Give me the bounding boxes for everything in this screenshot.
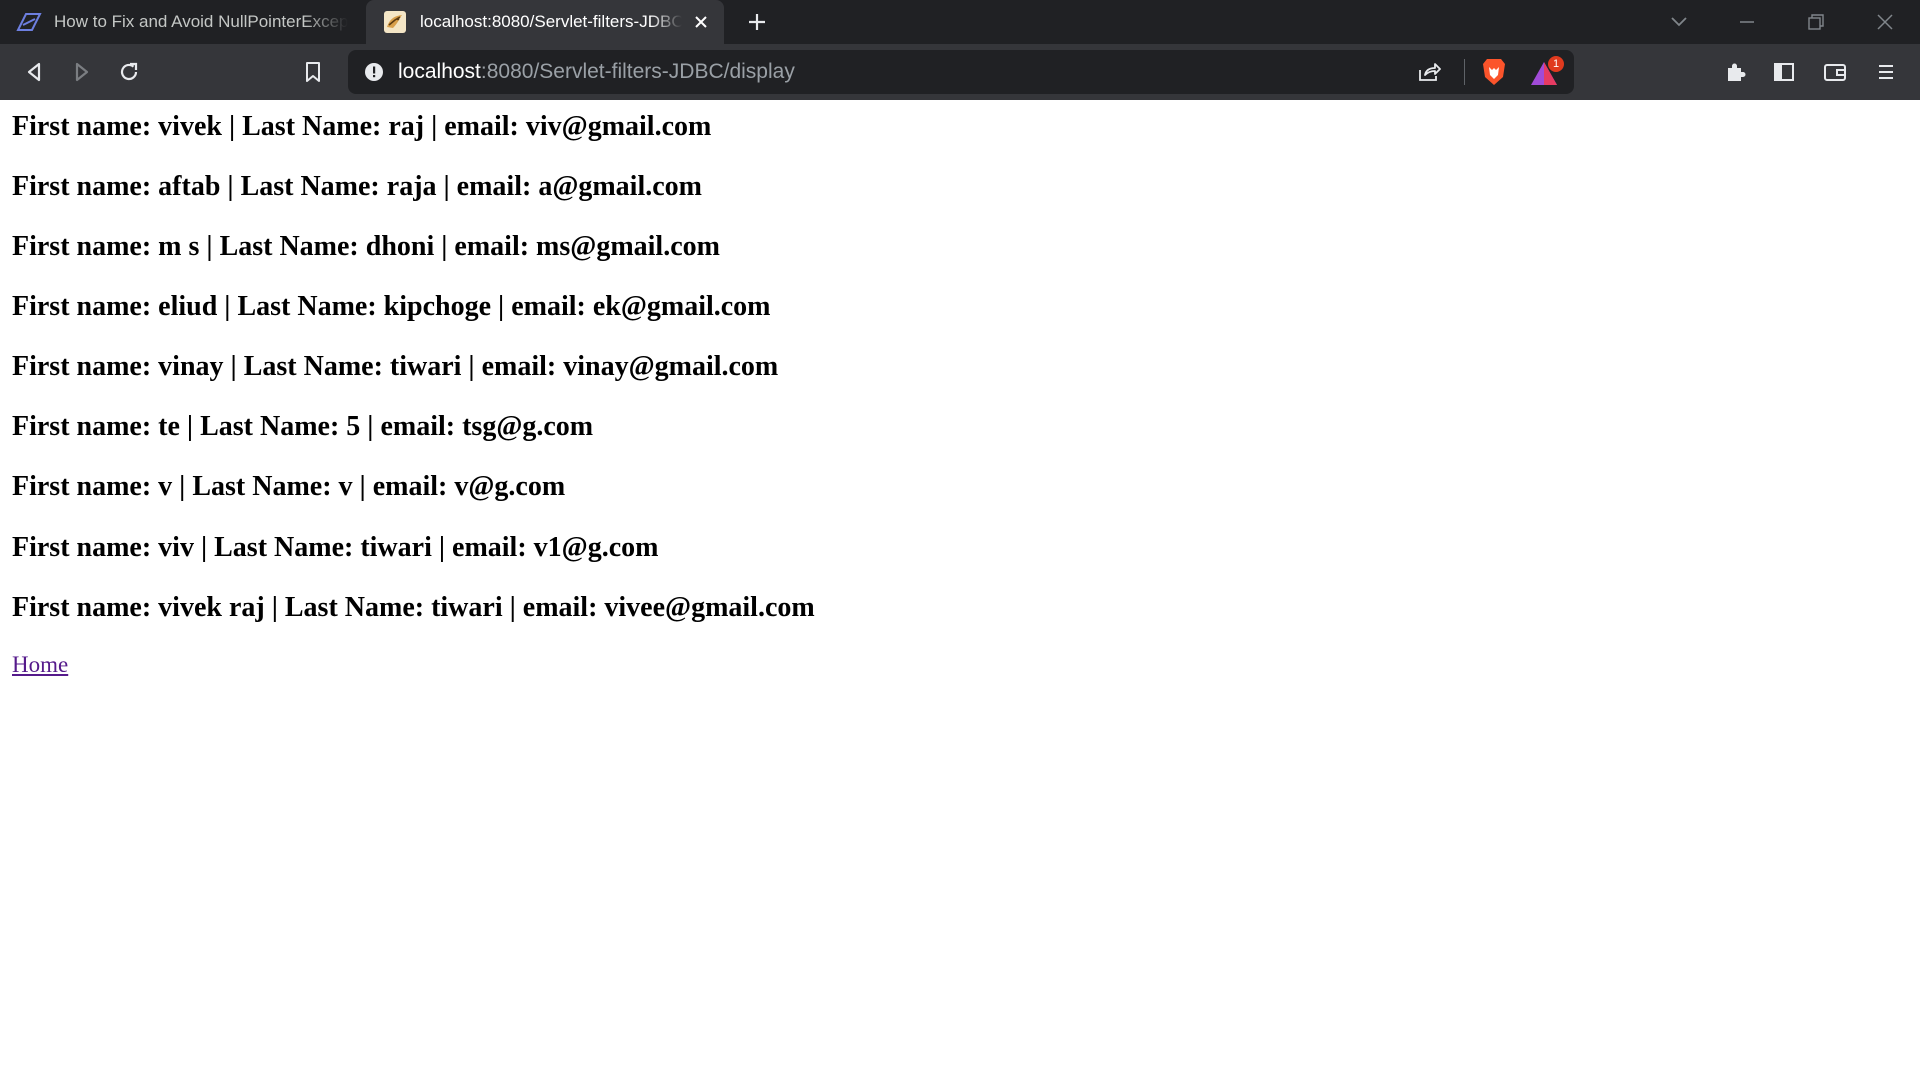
- share-icon[interactable]: [1415, 58, 1443, 86]
- sidebar-icon[interactable]: [1766, 54, 1802, 90]
- page-content: First name: vivek | Last Name: raj | ema…: [0, 100, 1920, 1078]
- minimize-icon[interactable]: [1722, 0, 1772, 44]
- tab-title: localhost:8080/Servlet-filters-JDBC/disp…: [420, 12, 683, 31]
- address-bar[interactable]: localhost:8080/Servlet-filters-JDBC/disp…: [348, 50, 1574, 94]
- tab-strip: How to Fix and Avoid NullPointerExceptio…: [0, 0, 1920, 44]
- site-info-icon[interactable]: [364, 62, 384, 82]
- brave-rewards-icon[interactable]: 1: [1530, 56, 1564, 88]
- tab-title: How to Fix and Avoid NullPointerExceptio…: [54, 12, 348, 31]
- record-line: First name: v | Last Name: v | email: v@…: [12, 471, 566, 502]
- reload-button[interactable]: [111, 54, 147, 90]
- url-text[interactable]: localhost:8080/Servlet-filters-JDBC/disp…: [398, 60, 795, 84]
- record-line: First name: vinay | Last Name: tiwari | …: [12, 351, 779, 382]
- record-line: First name: m s | Last Name: dhoni | ema…: [12, 231, 720, 262]
- site-logo-icon: [16, 9, 42, 35]
- menu-icon[interactable]: [1868, 54, 1904, 90]
- tab-search-icon[interactable]: [1654, 0, 1704, 44]
- record-line: First name: aftab | Last Name: raja | em…: [12, 171, 702, 202]
- forward-button[interactable]: [64, 54, 100, 90]
- back-button[interactable]: [16, 54, 52, 90]
- bookmark-icon[interactable]: [295, 54, 331, 90]
- record-line: First name: vivek | Last Name: raj | ema…: [12, 111, 712, 142]
- brave-shields-icon[interactable]: [1478, 56, 1510, 88]
- separator: [1464, 59, 1465, 85]
- record-line: First name: vivek raj | Last Name: tiwar…: [12, 592, 815, 623]
- url-host: localhost: [398, 60, 481, 83]
- home-link[interactable]: Home: [12, 651, 68, 679]
- url-path: :8080/Servlet-filters-JDBC/display: [480, 60, 795, 83]
- restore-icon[interactable]: [1791, 0, 1841, 44]
- close-window-icon[interactable]: [1860, 0, 1910, 44]
- new-tab-button[interactable]: [742, 7, 772, 37]
- close-tab-icon[interactable]: [692, 11, 710, 33]
- record-line: First name: viv | Last Name: tiwari | em…: [12, 532, 659, 563]
- tab-nullpointer-article[interactable]: How to Fix and Avoid NullPointerExceptio…: [0, 0, 362, 44]
- tomcat-icon: [382, 9, 408, 35]
- record-line: First name: te | Last Name: 5 | email: t…: [12, 411, 594, 442]
- rewards-badge: 1: [1548, 56, 1564, 72]
- extensions-icon[interactable]: [1718, 54, 1754, 90]
- tab-localhost-display[interactable]: localhost:8080/Servlet-filters-JDBC/disp…: [366, 0, 724, 44]
- browser-toolbar: localhost:8080/Servlet-filters-JDBC/disp…: [0, 44, 1920, 100]
- wallet-icon[interactable]: [1817, 54, 1853, 90]
- browser-window: How to Fix and Avoid NullPointerExceptio…: [0, 0, 1920, 1078]
- record-line: First name: eliud | Last Name: kipchoge …: [12, 291, 771, 322]
